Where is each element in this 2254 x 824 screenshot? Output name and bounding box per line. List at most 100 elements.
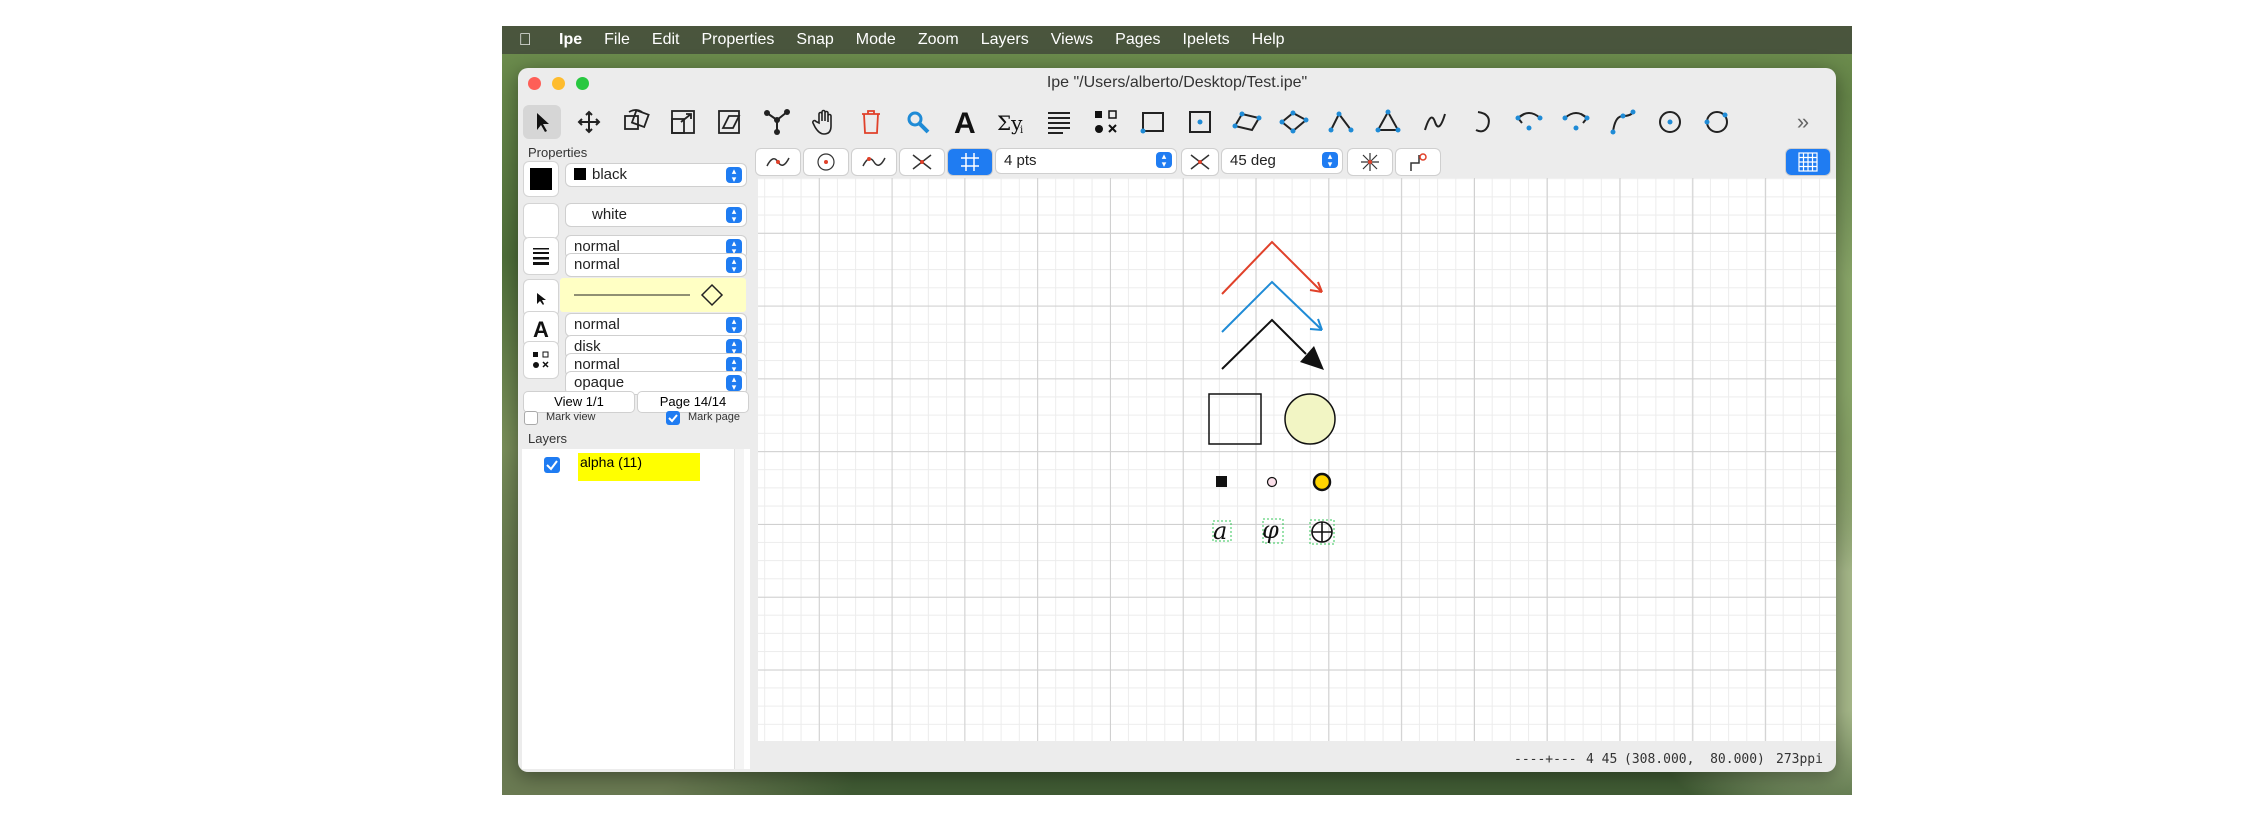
menu-help[interactable]: Help: [1241, 31, 1296, 49]
desktop:  Ipe File Edit Properties Snap Mode Zoo…: [502, 26, 1852, 795]
gridsize-select[interactable]: 4 pts ▴ ▾: [996, 149, 1176, 173]
menu-ipelets[interactable]: Ipelets: [1172, 31, 1241, 49]
text-label-phi[interactable]: φ: [1262, 516, 1284, 544]
parallelogram-tool[interactable]: [1228, 105, 1266, 139]
shredder-tool[interactable]: [852, 105, 890, 139]
arc-tool[interactable]: [1463, 105, 1501, 139]
title-bar: Ipe "/Users/alberto/Desktop/Test.ipe": [518, 68, 1836, 98]
opacity-select[interactable]: opaque ▴ ▾: [566, 372, 746, 394]
menu-mode[interactable]: Mode: [845, 31, 907, 49]
circle-mark-yellow[interactable]: [1312, 472, 1332, 492]
spline-tool[interactable]: [1416, 105, 1454, 139]
math-tool[interactable]: Σy i: [993, 105, 1031, 139]
svg-text:A: A: [533, 318, 549, 340]
toolbar-more[interactable]: »: [1788, 105, 1818, 139]
translate-tool[interactable]: [570, 105, 608, 139]
polygon-tool[interactable]: [1275, 105, 1313, 139]
mark-view-checkbox[interactable]: [524, 411, 538, 425]
spline-curve-tool[interactable]: [1604, 105, 1642, 139]
snap-angle-icon: [1190, 154, 1210, 170]
line-tool[interactable]: [1322, 105, 1360, 139]
arrow-black[interactable]: [1221, 318, 1324, 370]
marks-tool[interactable]: [1087, 105, 1125, 139]
splinegon-tool[interactable]: [1369, 105, 1407, 139]
arrow-red[interactable]: [1221, 240, 1323, 295]
text-label-oplus[interactable]: [1309, 519, 1335, 545]
layer-visible-checkbox[interactable]: [544, 457, 560, 473]
menu-zoom[interactable]: Zoom: [907, 31, 970, 49]
marks-icon: [1095, 110, 1117, 133]
select-tool[interactable]: [523, 105, 561, 139]
circle-3pt-tool[interactable]: [1698, 105, 1736, 139]
pan-tool[interactable]: [805, 105, 843, 139]
arrow-mode-button[interactable]: [524, 280, 558, 316]
text-tool[interactable]: A: [946, 105, 984, 139]
arrow-preview[interactable]: [560, 278, 746, 312]
menu-pages[interactable]: Pages: [1104, 31, 1171, 49]
drawing-canvas[interactable]: a φ: [758, 178, 1836, 741]
box-tool[interactable]: [1181, 105, 1219, 139]
snap-grid-button[interactable]: [948, 149, 992, 175]
arrow-preview-icon: [574, 283, 724, 307]
circle-shape[interactable]: [1284, 393, 1336, 445]
snap-angle-button[interactable]: [1182, 149, 1218, 175]
text-icon: A: [954, 107, 976, 137]
apple-icon[interactable]: : [502, 30, 548, 50]
square-mark[interactable]: [1216, 476, 1227, 487]
grid-visible-button[interactable]: [1786, 149, 1830, 175]
stretch-tool[interactable]: [664, 105, 702, 139]
fill-color-button[interactable]: [524, 204, 558, 238]
stroke-select[interactable]: black ▴ ▾: [566, 164, 746, 186]
graph-tool[interactable]: [758, 105, 796, 139]
gridsize-value: 4 pts: [1004, 152, 1037, 169]
paragraph-tool[interactable]: [1040, 105, 1078, 139]
pen-width-button[interactable]: [524, 238, 558, 274]
zoom-button[interactable]: [576, 77, 589, 90]
snap-intersection-button[interactable]: [900, 149, 944, 175]
text-size-button[interactable]: A: [524, 312, 558, 346]
menu-properties[interactable]: Properties: [690, 31, 785, 49]
magnifier-tool[interactable]: [899, 105, 937, 139]
dash-select[interactable]: normal ▴ ▾: [566, 254, 746, 276]
menu-layers[interactable]: Layers: [970, 31, 1040, 49]
snap-auto-angle-button[interactable]: [1348, 149, 1392, 175]
text-label-a[interactable]: a: [1212, 517, 1232, 545]
marks-button[interactable]: [524, 342, 558, 378]
rectangle-shape[interactable]: [1208, 393, 1262, 445]
marks-icon: [533, 351, 549, 368]
menu-views[interactable]: Views: [1040, 31, 1104, 49]
mark-page-label: Mark page: [688, 411, 740, 423]
menu-ipe[interactable]: Ipe: [548, 31, 593, 49]
rotate-tool[interactable]: [617, 105, 655, 139]
arrow-blue[interactable]: [1221, 280, 1323, 333]
checkmark-icon: [546, 460, 558, 471]
mark-page-checkbox[interactable]: [666, 411, 680, 425]
chevron-updown-icon: ▴ ▾: [726, 257, 742, 274]
stroke-color-button[interactable]: [524, 162, 558, 196]
circle-arc-tool[interactable]: [1510, 105, 1548, 139]
snap-custom-button[interactable]: [1396, 149, 1440, 175]
angle-select[interactable]: 45 deg ▴ ▾: [1222, 149, 1342, 173]
minimize-button[interactable]: [552, 77, 565, 90]
close-button[interactable]: [528, 77, 541, 90]
view-button[interactable]: View 1/1: [524, 392, 634, 412]
menu-snap[interactable]: Snap: [785, 31, 844, 49]
circle-mark-pink[interactable]: [1266, 476, 1278, 488]
snap-vertex-button[interactable]: [756, 149, 800, 175]
menu-file[interactable]: File: [593, 31, 641, 49]
menu-edit[interactable]: Edit: [641, 31, 691, 49]
circle-tool[interactable]: [1651, 105, 1689, 139]
textsize-select[interactable]: normal ▴ ▾: [566, 314, 746, 336]
angle-value: 45 deg: [1230, 152, 1276, 169]
snap-boundary-button[interactable]: [852, 149, 896, 175]
stroke-color-swatch: [574, 168, 586, 180]
svg-text:A: A: [954, 107, 976, 137]
layer-item-alpha[interactable]: alpha (11): [578, 453, 700, 481]
layers-scrollbar[interactable]: [734, 449, 744, 769]
snap-center-button[interactable]: [804, 149, 848, 175]
rectangle-tool[interactable]: [1134, 105, 1172, 139]
fill-select[interactable]: white ▴ ▾: [566, 204, 746, 226]
shear-tool[interactable]: [711, 105, 749, 139]
circle-arc-cw-tool[interactable]: [1557, 105, 1595, 139]
page-button[interactable]: Page 14/14: [638, 392, 748, 412]
